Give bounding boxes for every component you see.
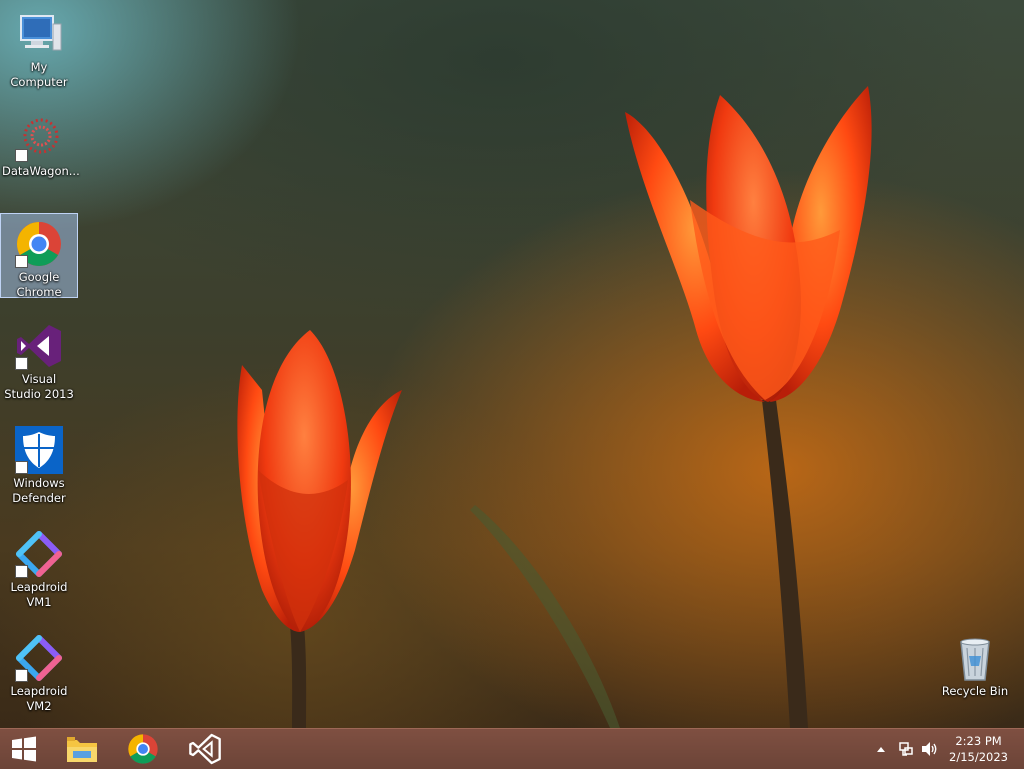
desktop-icon-label: Windows Defender	[12, 476, 66, 505]
clock-time: 2:23 PM	[955, 734, 1002, 748]
clock[interactable]: 2:23 PM 2/15/2023	[949, 733, 1008, 765]
windows-logo-icon	[12, 736, 36, 762]
desktop-icon-label: Leapdroid VM1	[10, 580, 68, 609]
desktop-icon-recycle-bin[interactable]: Recycle Bin	[936, 628, 1014, 700]
leapdroid-icon	[15, 634, 63, 682]
desktop-icon-my-computer[interactable]: My Computer	[0, 4, 78, 89]
taskbar-file-explorer[interactable]	[60, 729, 104, 769]
shortcut-arrow-icon	[15, 357, 28, 370]
network-icon	[899, 742, 913, 756]
desktop-icon-label: My Computer	[10, 60, 68, 89]
tulip-wallpaper-art	[237, 86, 872, 728]
file-explorer-icon	[67, 737, 97, 762]
windows-defender-icon	[15, 426, 63, 474]
desktop-icon-leapdroid-vm1[interactable]: Leapdroid VM1	[0, 524, 78, 609]
desktop-icon-label: Google Chrome	[16, 270, 62, 299]
chrome-icon	[15, 220, 63, 268]
shortcut-arrow-icon	[15, 149, 28, 162]
volume-icon[interactable]	[919, 729, 941, 769]
volume-icon	[922, 742, 937, 756]
desktop-icon-visual-studio[interactable]: Visual Studio 2013	[0, 316, 78, 401]
shortcut-arrow-icon	[15, 565, 28, 578]
desktop-icon-datawagon[interactable]: DataWagon...	[0, 108, 80, 186]
chrome-icon	[128, 734, 158, 764]
desktop-icon-label: DataWagon...	[2, 164, 80, 178]
desktop-icon-label: Leapdroid VM2	[10, 684, 68, 713]
datawagon-icon	[15, 114, 63, 162]
desktop-icon-label: Visual Studio 2013	[4, 372, 74, 401]
desktop-icon-label: Recycle Bin	[941, 684, 1009, 698]
show-hidden-icons-arrow[interactable]	[872, 729, 890, 769]
recycle-bin-icon	[951, 634, 999, 682]
taskbar-visual-studio[interactable]	[183, 729, 227, 769]
desktop-wallpaper	[0, 0, 1024, 728]
shortcut-arrow-icon	[15, 461, 28, 474]
visual-studio-icon	[189, 733, 221, 765]
desktop-icon-windows-defender[interactable]: Windows Defender	[0, 420, 78, 505]
start-button[interactable]	[4, 729, 44, 769]
desktop-icon-leapdroid-vm2[interactable]: Leapdroid VM2	[0, 628, 78, 713]
chevron-up-icon	[877, 747, 885, 752]
shortcut-arrow-icon	[15, 255, 28, 268]
desktop-icon-google-chrome[interactable]: Google Chrome	[0, 213, 78, 299]
taskbar-chrome[interactable]	[121, 729, 165, 769]
computer-icon	[15, 10, 63, 58]
shortcut-arrow-icon	[15, 669, 28, 682]
network-icon[interactable]	[895, 729, 917, 769]
taskbar: 2:23 PM 2/15/2023	[0, 728, 1024, 769]
clock-date: 2/15/2023	[949, 750, 1008, 764]
visual-studio-icon	[15, 322, 63, 370]
leapdroid-icon	[15, 530, 63, 578]
